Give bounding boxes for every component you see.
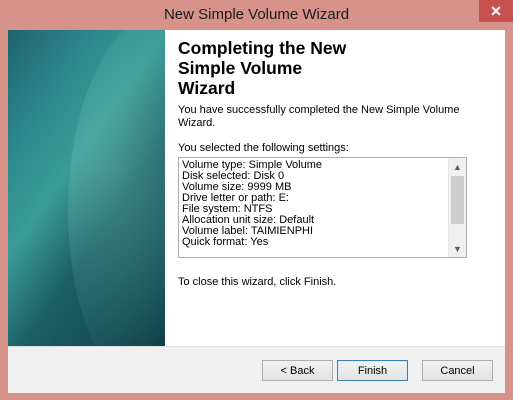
banner-decoration <box>68 30 165 346</box>
scroll-down-button[interactable]: ▼ <box>449 240 466 257</box>
title-bar[interactable]: New Simple Volume Wizard ✕ <box>0 0 513 30</box>
chevron-up-icon: ▲ <box>453 161 462 172</box>
cancel-button[interactable]: Cancel <box>422 360 493 381</box>
scrollbar-thumb[interactable] <box>451 176 464 224</box>
finish-button[interactable]: Finish <box>337 360 408 381</box>
vertical-scrollbar[interactable]: ▲ ▼ <box>448 158 466 257</box>
wizard-content: Completing the New Simple Volume Wizard … <box>178 38 498 288</box>
scroll-up-button[interactable]: ▲ <box>449 158 466 175</box>
close-button[interactable]: ✕ <box>479 0 513 22</box>
wizard-body: Completing the New Simple Volume Wizard … <box>8 30 505 393</box>
close-icon: ✕ <box>490 2 502 19</box>
settings-list: Volume type: Simple Volume Disk selected… <box>182 160 447 248</box>
settings-summary-box[interactable]: Volume type: Simple Volume Disk selected… <box>178 157 467 258</box>
success-message: You have successfully completed the New … <box>178 104 460 129</box>
window-title: New Simple Volume Wizard <box>163 6 350 23</box>
back-button[interactable]: < Back <box>262 360 333 381</box>
page-title: Completing the New Simple Volume Wizard <box>178 38 347 98</box>
chevron-down-icon: ▼ <box>453 243 462 254</box>
close-instruction: To close this wizard, click Finish. <box>178 276 337 288</box>
list-item: Quick format: Yes <box>182 236 269 248</box>
wizard-side-banner <box>8 30 165 346</box>
settings-label: You selected the following settings: <box>178 142 349 154</box>
wizard-window: New Simple Volume Wizard ✕ Completing th… <box>0 0 513 400</box>
button-bar: < Back Finish Cancel <box>8 346 505 393</box>
